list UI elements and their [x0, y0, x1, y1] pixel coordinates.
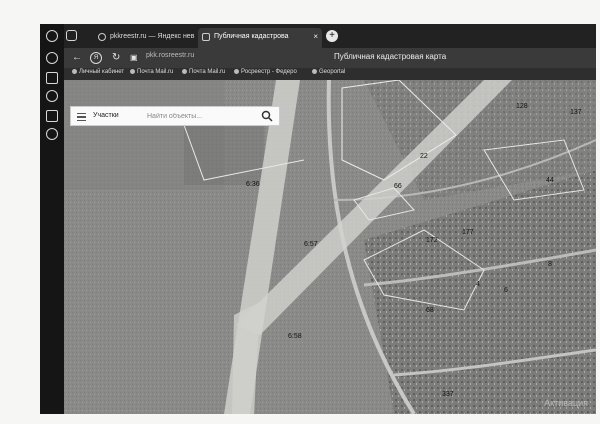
bookmark-icon [72, 69, 77, 74]
bookmark-icon [182, 69, 187, 74]
activation-watermark: Активация [544, 398, 588, 408]
map-search-box: Участки [70, 106, 280, 126]
close-tab-icon[interactable]: × [313, 28, 318, 46]
parcel-label[interactable]: 8 [548, 261, 552, 268]
parcel-label[interactable]: 68 [426, 307, 434, 314]
new-tab-button[interactable]: + [326, 30, 338, 42]
tab-cadastral-map[interactable]: Публичная кадастрова × [198, 28, 322, 48]
url-field[interactable]: pkk.rosreestr.ru [146, 52, 194, 59]
parcel-label[interactable]: 337 [442, 391, 454, 398]
parcel-label[interactable]: 177 [462, 229, 474, 236]
yandex-logo-icon[interactable]: Я [90, 52, 102, 64]
lock-icon: ▣ [130, 53, 138, 62]
page: pkkreestr.ru — Яндекс нев Публичная када… [0, 0, 600, 424]
bookmark-item[interactable]: Geoportal [312, 69, 345, 75]
parcel-label[interactable]: 6:58 [288, 333, 302, 340]
parcel-label[interactable]: 128 [516, 103, 528, 110]
cadastral-map[interactable]: 6:36 6:57 6:58 172 177 68 66 22 44 8 6 4… [64, 80, 596, 414]
tab-yandex[interactable]: pkkreestr.ru — Яндекс нев [94, 28, 198, 48]
yandex-favicon-icon [98, 33, 106, 41]
bookmark-item[interactable]: Почта Mail.ru [182, 69, 225, 75]
settings-icon[interactable] [46, 128, 58, 140]
tab-bar: pkkreestr.ru — Яндекс нев Публичная када… [64, 24, 596, 48]
bookmarks-icon[interactable] [46, 72, 58, 84]
browser-sidebar [40, 24, 64, 414]
parcel-label[interactable]: 6:36 [246, 181, 260, 188]
parcel-label[interactable]: 44 [546, 177, 554, 184]
bookmark-item[interactable]: Росреестр - Федеро [234, 69, 297, 75]
parcel-label[interactable]: 4 [476, 281, 480, 288]
search-mode-selector[interactable]: Участки [93, 112, 119, 119]
browser-window: pkkreestr.ru — Яндекс нев Публичная када… [40, 24, 596, 414]
parcel-label[interactable]: 66 [394, 183, 402, 190]
bookmark-item[interactable]: Личный кабинет [72, 69, 124, 75]
downloads-icon[interactable] [46, 90, 58, 102]
back-arrow-icon[interactable]: ← [72, 51, 82, 65]
bookmarks-bar: Личный кабинет Почта Mail.ru Почта Mail.… [64, 68, 596, 80]
bookmark-icon [130, 69, 135, 74]
tab-list-icon[interactable] [66, 30, 77, 41]
parcel-label[interactable]: 6:57 [304, 241, 318, 248]
profile-icon[interactable] [46, 30, 58, 42]
history-icon[interactable] [46, 52, 58, 64]
search-input[interactable] [147, 110, 259, 123]
parcel-label[interactable]: 172 [426, 237, 438, 244]
parcel-label[interactable]: 6 [504, 287, 508, 294]
map-canvas[interactable]: 6:36 6:57 6:58 172 177 68 66 22 44 8 6 4… [64, 80, 596, 414]
menu-icon[interactable] [77, 113, 86, 121]
address-bar-row: ← Я ↻ ▣ pkk.rosreestr.ru Публичная кадас… [64, 48, 596, 68]
page-title: Публичная кадастровая карта [334, 52, 447, 61]
parcel-label[interactable]: 22 [420, 153, 428, 160]
panel-icon[interactable] [46, 110, 58, 122]
bookmark-icon [234, 69, 239, 74]
parcel-label[interactable]: 137 [570, 109, 582, 116]
bookmark-item[interactable]: Почта Mail.ru [130, 69, 173, 75]
reload-icon[interactable]: ↻ [112, 51, 120, 65]
cadastral-favicon-icon [202, 33, 210, 41]
search-icon[interactable] [261, 110, 273, 122]
bookmark-icon [312, 69, 317, 74]
